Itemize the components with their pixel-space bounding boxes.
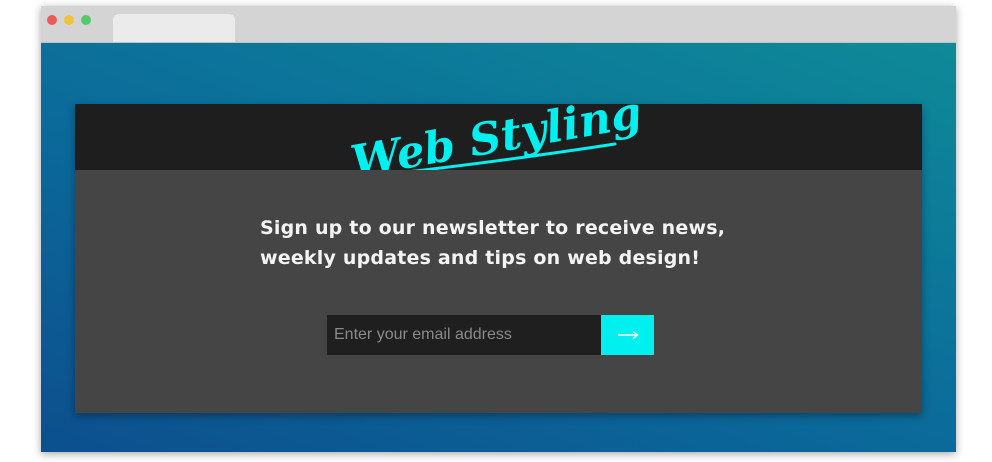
- submit-button[interactable]: [601, 315, 654, 355]
- minimize-window-dot[interactable]: [64, 15, 74, 25]
- page-viewport: Web Styling Sign up to our newsletter to…: [41, 43, 956, 452]
- newsletter-message: Sign up to our newsletter to receive new…: [260, 213, 780, 273]
- newsletter-card: Web Styling Sign up to our newsletter to…: [75, 87, 922, 413]
- browser-window: Web Styling Sign up to our newsletter to…: [41, 6, 956, 452]
- email-input[interactable]: [327, 315, 601, 355]
- message-line-2: weekly updates and tips on web design!: [260, 247, 701, 269]
- logo-text: Web Styling: [347, 87, 645, 182]
- browser-tab[interactable]: [113, 14, 235, 42]
- card-header: Web Styling: [75, 87, 922, 182]
- maximize-window-dot[interactable]: [81, 15, 91, 25]
- card-body: Sign up to our newsletter to receive new…: [75, 170, 922, 413]
- close-window-dot[interactable]: [47, 15, 57, 25]
- web-styling-logo: Web Styling: [347, 87, 645, 182]
- message-line-1: Sign up to our newsletter to receive new…: [260, 217, 726, 239]
- arrow-right-icon: [617, 330, 639, 340]
- browser-toolbar: [41, 6, 956, 43]
- subscribe-form: [327, 315, 654, 355]
